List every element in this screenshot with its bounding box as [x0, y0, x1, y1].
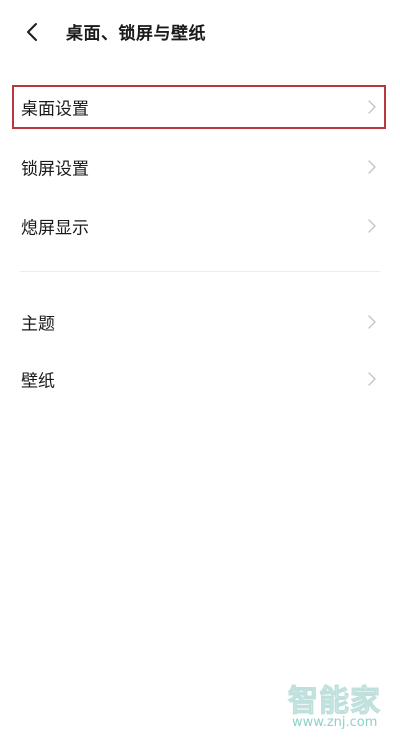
- chevron-right-icon: [368, 315, 376, 329]
- watermark-logo-text: 智能家: [288, 684, 381, 720]
- watermark-url: www.znj.com: [292, 715, 378, 730]
- settings-item-label: 熄屏显示: [21, 218, 89, 239]
- settings-item-label: 桌面设置: [21, 99, 89, 120]
- chevron-right-icon: [368, 100, 376, 114]
- back-button[interactable]: [14, 16, 50, 48]
- chevron-right-icon: [368, 219, 376, 233]
- page-title: 桌面、锁屏与壁纸: [66, 24, 206, 44]
- chevron-left-icon: [27, 23, 37, 41]
- settings-item-wallpaper[interactable]: 壁纸: [0, 351, 400, 407]
- settings-item-lockscreen[interactable]: 锁屏设置: [0, 139, 400, 195]
- settings-item-desktop[interactable]: 桌面设置: [0, 79, 400, 135]
- settings-item-theme[interactable]: 主题: [0, 294, 400, 350]
- header: 桌面、锁屏与壁纸: [0, 0, 400, 64]
- chevron-right-icon: [368, 372, 376, 386]
- section-divider: [20, 271, 380, 272]
- watermark: 智能家 www.znj.com: [288, 676, 394, 734]
- settings-item-label: 壁纸: [21, 371, 55, 392]
- settings-item-always-on-display[interactable]: 熄屏显示: [0, 198, 400, 254]
- settings-item-label: 锁屏设置: [21, 159, 89, 180]
- chevron-right-icon: [368, 160, 376, 174]
- settings-item-label: 主题: [21, 314, 55, 335]
